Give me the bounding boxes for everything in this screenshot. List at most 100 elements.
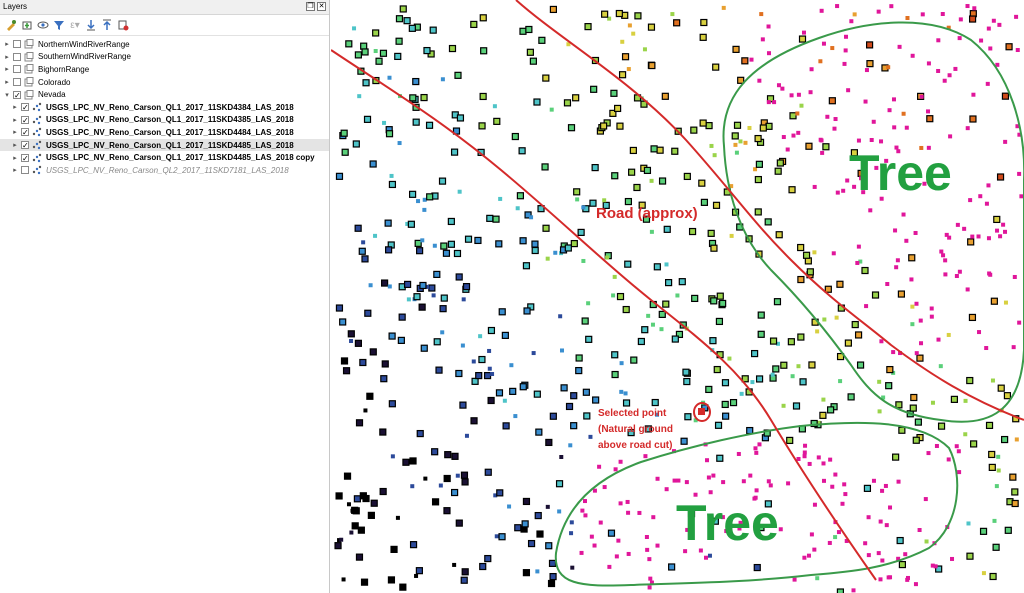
layer-visibility-checkbox[interactable] <box>13 40 21 49</box>
chevron-right-icon[interactable]: ▸ <box>11 128 19 136</box>
vegetation-point <box>1017 320 1022 325</box>
layer-row[interactable]: ▸ BighornRange <box>0 63 329 76</box>
chevron-down-icon[interactable]: ▾ <box>3 91 11 99</box>
collapse-all-icon[interactable] <box>100 18 114 32</box>
vegetation-point <box>895 258 900 263</box>
filter-by-expression-icon[interactable]: ε▾ <box>68 18 82 32</box>
ground-point <box>354 224 362 232</box>
chevron-right-icon[interactable]: ▸ <box>11 166 19 174</box>
layer-row[interactable]: ▸ Colorado <box>0 76 329 89</box>
ground-point <box>1014 437 1019 442</box>
ground-point <box>360 42 368 50</box>
close-icon[interactable]: ✕ <box>317 2 326 11</box>
ground-point <box>683 172 691 181</box>
ground-point <box>618 71 627 79</box>
ground-point <box>601 10 609 18</box>
vegetation-point <box>896 479 901 484</box>
ground-point <box>513 414 518 419</box>
ground-point <box>896 536 904 545</box>
layer-visibility-checkbox[interactable]: ✓ <box>21 115 29 124</box>
vegetation-point <box>936 337 941 342</box>
chevron-right-icon[interactable]: ▸ <box>11 103 19 111</box>
ground-point <box>690 126 698 134</box>
chevron-right-icon[interactable]: ▸ <box>3 78 11 86</box>
ground-point <box>428 284 436 292</box>
vegetation-point <box>828 457 833 462</box>
vegetation-point <box>825 114 830 119</box>
ground-point <box>892 453 900 461</box>
ground-point <box>664 262 669 267</box>
layer-visibility-checkbox[interactable] <box>13 78 21 87</box>
ground-point <box>651 398 659 407</box>
ground-point <box>877 409 882 414</box>
vegetation-point <box>933 564 938 569</box>
vegetation-point <box>986 26 991 31</box>
ground-point <box>454 71 462 79</box>
ground-point <box>545 542 553 550</box>
remove-layer-icon[interactable] <box>116 18 130 32</box>
vegetation-point <box>781 135 786 140</box>
ground-point <box>764 218 772 226</box>
add-group-icon[interactable] <box>20 18 34 32</box>
filter-legend-icon[interactable] <box>52 18 66 32</box>
layer-row[interactable]: ▸ ✓ USGS_LPC_NV_Reno_Carson_QL1_2017_11SKD… <box>0 114 329 127</box>
layer-visibility-checkbox[interactable] <box>21 166 29 175</box>
ground-point <box>397 141 402 146</box>
layer-visibility-checkbox[interactable] <box>13 65 21 74</box>
chevron-right-icon[interactable]: ▸ <box>3 40 11 48</box>
layer-row[interactable]: ▸ USGS_LPC_NV_Reno_Carson_QL2_2017_11SKD7… <box>0 164 329 177</box>
layer-visibility-checkbox[interactable]: ✓ <box>13 90 21 99</box>
manage-map-themes-icon[interactable] <box>36 18 50 32</box>
layer-row[interactable]: ▸ ✓ USGS_LPC_NV_Reno_Carson_QL1_2017_11SKD… <box>0 138 329 152</box>
ground-point <box>545 504 550 509</box>
vegetation-point <box>954 444 959 449</box>
map-canvas[interactable]: Road (approx) Tree Tree Selected point (… <box>331 0 1024 593</box>
layer-visibility-checkbox[interactable] <box>13 52 21 61</box>
ground-point <box>526 48 534 56</box>
chevron-right-icon[interactable]: ▸ <box>3 65 11 73</box>
ground-point <box>461 478 469 486</box>
vegetation-point <box>836 530 841 535</box>
layer-row[interactable]: ▸ ✓ USGS_LPC_NV_Reno_Carson_QL1_2017_11SKD… <box>0 151 329 164</box>
layer-visibility-checkbox[interactable]: ✓ <box>21 103 29 112</box>
vegetation-point <box>812 184 817 189</box>
ground-point <box>541 163 549 171</box>
layer-row[interactable]: ▸ ✓ USGS_LPC_NV_Reno_Carson_QL1_2017_11SKD… <box>0 126 329 139</box>
ground-point <box>897 290 906 298</box>
expand-all-icon[interactable] <box>84 18 98 32</box>
restore-icon[interactable]: ❐ <box>306 2 315 11</box>
layer-visibility-checkbox[interactable]: ✓ <box>21 153 29 162</box>
ground-point <box>895 401 903 409</box>
ground-point <box>634 12 642 20</box>
ground-point <box>484 554 492 563</box>
vegetation-point <box>820 150 825 155</box>
layer-row[interactable]: ▸ SouthernWindRiverRange <box>0 51 329 64</box>
road-label: Road (approx) <box>596 205 698 222</box>
chevron-right-icon[interactable]: ▸ <box>11 141 19 149</box>
layer-row[interactable]: ▸ NorthernWindRiverRange <box>0 38 329 51</box>
ground-point <box>624 260 632 268</box>
open-layer-styling-icon[interactable] <box>4 18 18 32</box>
ground-point <box>905 16 910 21</box>
ground-point <box>661 92 669 100</box>
ground-point <box>641 326 649 334</box>
vegetation-point <box>766 24 771 29</box>
selected-point-marker[interactable] <box>698 408 705 415</box>
ground-point <box>432 243 437 248</box>
layer-visibility-checkbox[interactable]: ✓ <box>21 128 29 137</box>
vegetation-point <box>849 19 854 24</box>
ground-point <box>799 378 807 386</box>
ground-point <box>714 421 723 429</box>
point-cloud-icon <box>32 127 42 137</box>
vegetation-point <box>1012 274 1017 279</box>
layer-row[interactable]: ▸ ✓ USGS_LPC_NV_Reno_Carson_QL1_2017_11SKD… <box>0 101 329 114</box>
ground-point <box>379 487 387 496</box>
layer-visibility-checkbox[interactable]: ✓ <box>21 141 29 150</box>
layer-row[interactable]: ▾ ✓ Nevada <box>0 88 329 101</box>
ground-point <box>592 396 600 404</box>
chevron-right-icon[interactable]: ▸ <box>3 53 11 61</box>
chevron-right-icon[interactable]: ▸ <box>11 154 19 162</box>
layers-toolbar: ε▾ <box>0 15 329 36</box>
ground-point <box>492 104 497 109</box>
chevron-right-icon[interactable]: ▸ <box>11 116 19 124</box>
